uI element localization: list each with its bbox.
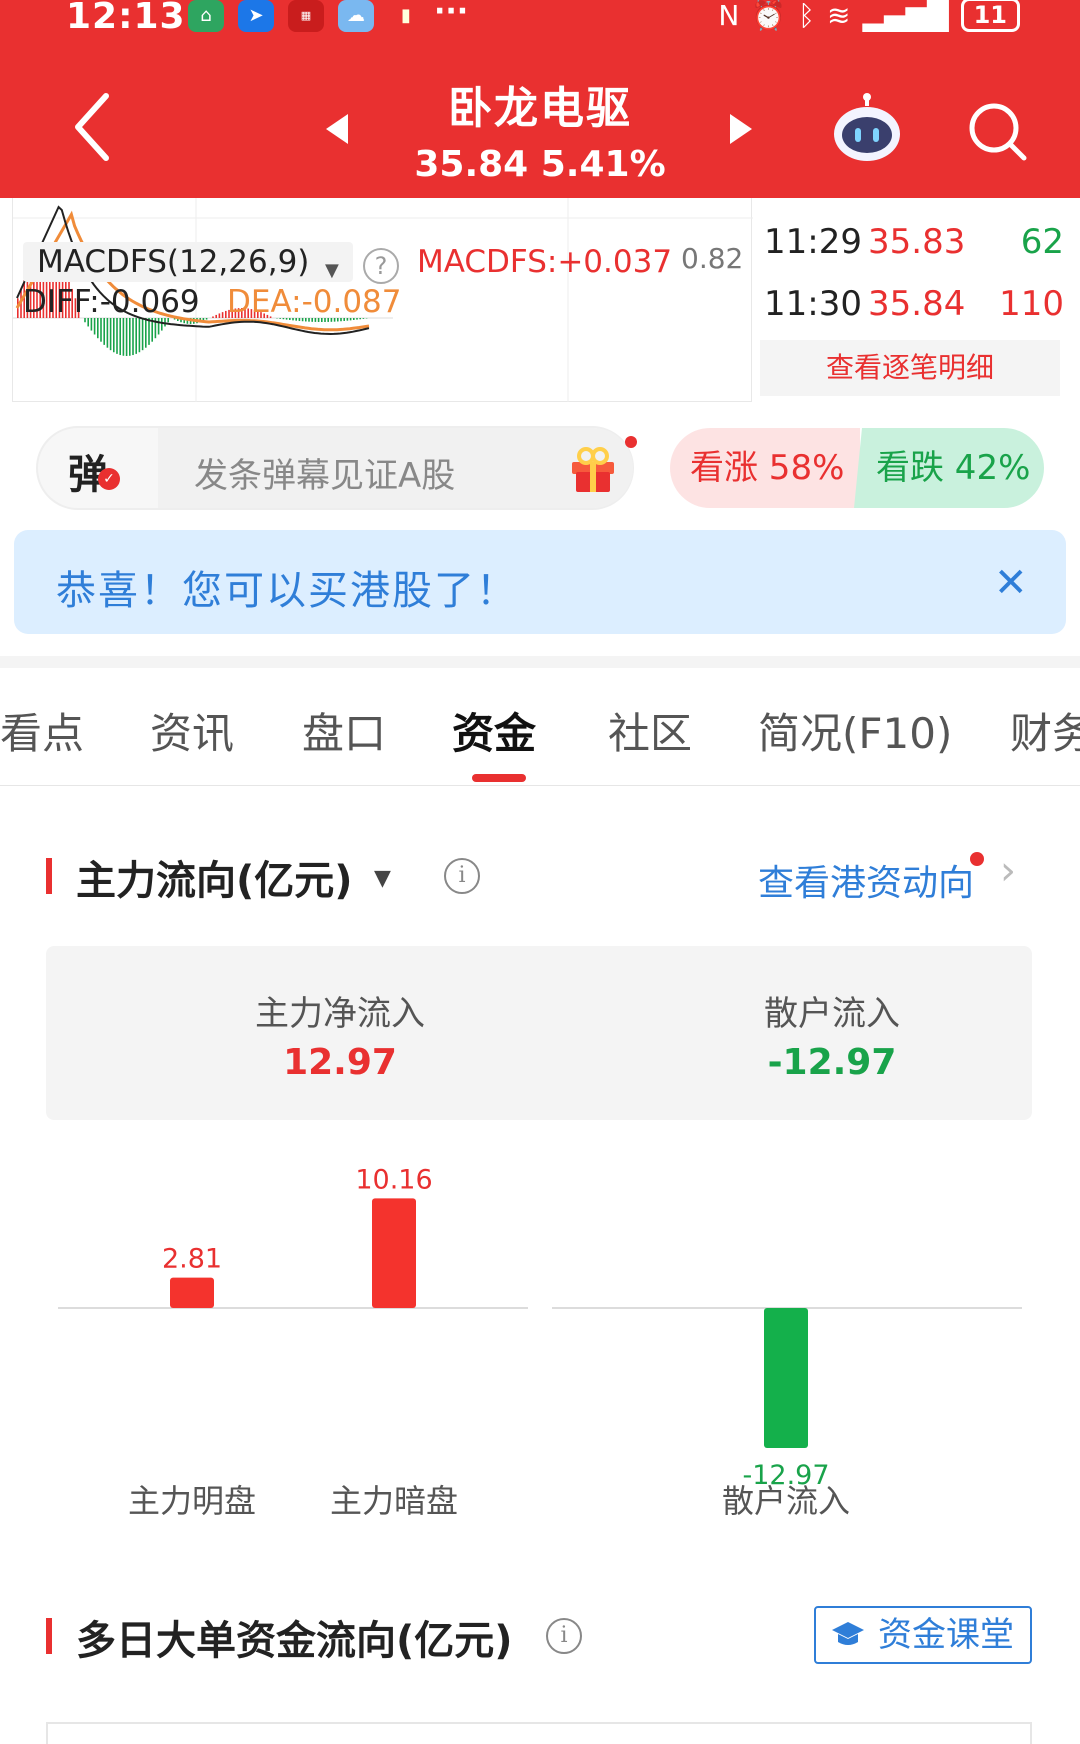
header: 12:13 ⌂ ➤ ▦ ☁ ▮ ··· N ⏰ ᛒ ≋ ▂▄▆█ 11 卧龙电驱…: [0, 0, 1080, 198]
tick-volume: 110: [999, 284, 1064, 324]
stock-quote: 35.84 5.41%: [414, 144, 666, 185]
nfc-icon: N: [718, 0, 740, 32]
chevron-right-icon[interactable]: ›: [1000, 848, 1016, 894]
macdfs-value: MACDFS:+0.037: [417, 244, 673, 280]
macd-indicator-panel[interactable]: MACDFS(12,26,9) ▼ ? MACDFS:+0.037 0.82 D…: [12, 198, 753, 402]
tick-price: 35.83: [868, 222, 966, 262]
info-icon[interactable]: i: [546, 1618, 582, 1654]
battery-icon: 11: [960, 0, 1020, 32]
bar-value-label: 2.81: [162, 1244, 222, 1275]
tab-community[interactable]: 社区: [608, 700, 692, 761]
flow-summary-card: 主力净流入 12.97 散户流入 -12.97: [46, 946, 1032, 1120]
graduation-cap-icon: [832, 1622, 864, 1645]
bar-category-label: 散户流入: [722, 1482, 850, 1520]
section-divider: [0, 656, 1080, 668]
bar-3: [764, 1308, 808, 1448]
help-icon[interactable]: ?: [363, 248, 399, 284]
notification-dot: [970, 852, 984, 866]
capital-flow-bar-chart: 2.81主力明盘10.16主力暗盘-12.97散户流入: [58, 1164, 1022, 1520]
check-badge-icon: ✓: [98, 468, 120, 490]
macd-selector[interactable]: MACDFS(12,26,9): [37, 244, 309, 280]
hk-flow-link[interactable]: 查看港资动向: [758, 854, 974, 906]
back-arrow-icon[interactable]: [72, 92, 112, 162]
dea-value: DEA:-0.087: [227, 284, 402, 320]
bar-category-label: 主力明盘: [128, 1482, 256, 1520]
stock-name: 卧龙电驱: [448, 83, 632, 134]
tab-order-book[interactable]: 盘口: [302, 700, 386, 761]
capital-course-button[interactable]: 资金课堂: [814, 1606, 1032, 1664]
tick-row: 11:30 35.84 110: [764, 284, 1064, 328]
search-icon[interactable]: [966, 100, 1028, 162]
main-net-inflow-label: 主力净流入: [255, 994, 425, 1034]
tab-highlights[interactable]: 看点: [0, 700, 84, 761]
banner-text: 恭喜！您可以买港股了！: [56, 568, 518, 614]
hk-stock-banner[interactable]: 恭喜！您可以买港股了！ ✕: [14, 530, 1066, 634]
multi-day-title: 多日大单资金流向(亿元): [76, 1618, 513, 1664]
main-net-inflow-value: 12.97: [283, 1042, 397, 1083]
danmu-bar[interactable]: 弹 ✓ 发条弹幕见证A股: [36, 426, 634, 510]
red-envelope-icon: ▮: [401, 5, 411, 26]
status-bar: 12:13 ⌂ ➤ ▦ ☁ ▮ ··· N ⏰ ᛒ ≋ ▂▄▆█ 11: [0, 0, 1080, 40]
tab-f10[interactable]: 简况(F10): [758, 700, 952, 761]
notification-dot: [625, 436, 637, 448]
active-tab-indicator: [472, 774, 526, 782]
tab-capital[interactable]: 资金: [452, 700, 536, 761]
retail-inflow-label: 散户流入: [764, 994, 900, 1034]
main-flow-title[interactable]: 主力流向(亿元): [76, 848, 353, 906]
status-time: 12:13: [66, 0, 186, 37]
bar-category-label: 主力暗盘: [330, 1482, 458, 1520]
home-app-icon: ⌂: [188, 0, 224, 32]
info-icon[interactable]: i: [444, 858, 480, 894]
diff-value: DIFF:-0.069: [23, 284, 200, 320]
next-stock-icon[interactable]: [728, 112, 754, 146]
more-notifications-icon: ···: [434, 0, 469, 29]
dropdown-caret-icon[interactable]: ▼: [374, 866, 391, 891]
tick-price: 35.84: [868, 284, 966, 324]
bar-2: [372, 1198, 416, 1308]
section-marker: [46, 858, 52, 894]
robot-assistant-icon[interactable]: [830, 92, 904, 164]
red-app-icon: ▦: [288, 0, 324, 32]
prev-stock-icon[interactable]: [324, 112, 350, 146]
gift-icon[interactable]: [568, 446, 618, 494]
tick-volume: 62: [1020, 222, 1064, 262]
signal-icon: ▂▄▆█: [862, 0, 949, 32]
tab-finance[interactable]: 财务: [1010, 700, 1080, 761]
bar-1: [170, 1277, 214, 1308]
tick-list: 11:29 35.83 62 11:30 35.84 110 查看逐笔明细: [760, 198, 1080, 402]
weather-app-icon: ☁: [338, 0, 374, 32]
macd-axis-max: 0.82: [681, 242, 744, 275]
dropdown-caret-icon[interactable]: ▼: [325, 260, 339, 281]
tab-bar: 看点 资讯 盘口 资金 社区 简况(F10) 财务: [0, 668, 1080, 786]
vote-bullish-button[interactable]: 看涨 58%: [670, 428, 860, 508]
danmu-placeholder[interactable]: 发条弹幕见证A股: [194, 448, 455, 497]
paper-plane-app-icon: ➤: [238, 0, 274, 32]
tick-time: 11:30: [764, 284, 862, 324]
tick-time: 11:29: [764, 222, 862, 262]
section-marker: [46, 1618, 52, 1654]
notification-icons: ⌂ ➤ ▦ ☁ ▮: [188, 0, 424, 32]
view-tick-detail-button[interactable]: 查看逐笔明细: [760, 340, 1060, 396]
multi-day-chart-frame: [46, 1722, 1032, 1744]
bar-value-label: 10.16: [355, 1164, 432, 1195]
retail-inflow-value: -12.97: [767, 1042, 897, 1083]
system-icons: N ⏰ ᛒ ≋ ▂▄▆█ 11: [718, 0, 1020, 32]
capital-course-label: 资金课堂: [878, 1615, 1014, 1655]
wifi-icon: ≋: [826, 0, 851, 32]
bluetooth-icon: ᛒ: [798, 0, 815, 32]
tick-row: 11:29 35.83 62: [764, 222, 1064, 266]
vote-bearish-button[interactable]: 看跌 42%: [854, 428, 1044, 508]
close-icon[interactable]: ✕: [994, 560, 1028, 606]
alarm-icon: ⏰: [751, 0, 787, 32]
tab-news[interactable]: 资讯: [150, 700, 234, 761]
